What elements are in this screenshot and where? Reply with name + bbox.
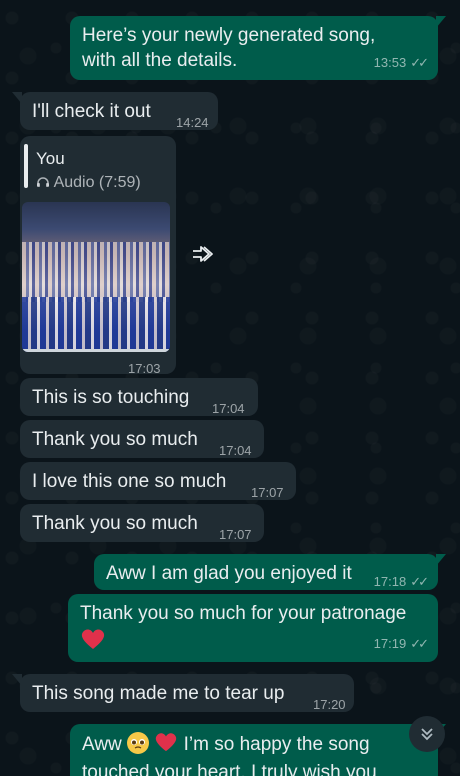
quote-accent-bar xyxy=(24,144,28,188)
message-bubble-outgoing[interactable]: Aww I am glad you enjoyed it 17:18 ✓✓ xyxy=(94,554,446,590)
message-time-row: 17:19 ✓✓ xyxy=(373,631,429,656)
message-time: 14:24 xyxy=(176,115,209,130)
scroll-to-bottom-button[interactable] xyxy=(409,716,445,752)
message-bubble-outgoing[interactable]: Here’s your newly generated song, with a… xyxy=(70,16,446,80)
read-receipt-icon: ✓✓ xyxy=(410,574,429,589)
message-text: I’m so happy the song xyxy=(183,734,370,755)
message-time: 17:20 xyxy=(313,697,346,712)
message-bubble-outgoing[interactable]: Aww I’m so happy the song touched your h… xyxy=(70,724,446,776)
read-receipt-icon: ✓✓ xyxy=(410,55,429,70)
message-time: 13:53 xyxy=(373,55,407,70)
message-text: I love this one so much xyxy=(32,471,227,492)
message-time: 17:07 xyxy=(219,527,252,542)
message-bubble-incoming[interactable]: Thank you so much 17:04 xyxy=(20,420,264,458)
stadium-crowd-photo[interactable] xyxy=(22,202,170,352)
message-time: 17:07 xyxy=(251,485,284,500)
message-bubble-incoming[interactable]: I'll check it out 14:24 xyxy=(12,92,218,130)
message-text: I'll check it out xyxy=(32,101,151,122)
message-bubble-incoming[interactable]: This song made me to tear up 17:20 xyxy=(12,674,354,712)
forward-icon[interactable] xyxy=(190,243,220,265)
pleading-face-emoji-icon xyxy=(127,732,150,754)
chevron-down-icon xyxy=(421,728,433,741)
message-text-line: Aww I’m so happy the song xyxy=(82,731,426,760)
quoted-audio-label[interactable]: Audio (7:59) xyxy=(36,170,141,195)
message-time-row: 17:18 ✓✓ xyxy=(373,569,429,594)
message-time: 17:18 xyxy=(373,574,407,589)
message-text: Thank you so much xyxy=(32,429,198,450)
message-text: This is so touching xyxy=(32,387,190,408)
message-time: 17:04 xyxy=(212,401,245,416)
message-time-row: 13:53 ✓✓ xyxy=(373,50,429,75)
headphones-icon xyxy=(36,171,50,187)
message-bubble-incoming[interactable]: Thank you so much 17:07 xyxy=(20,504,264,542)
photo-crowd-layer xyxy=(22,242,170,302)
message-bubble-incoming[interactable]: This is so touching 17:04 xyxy=(20,378,258,416)
message-text: touched your heart. I truly wish you xyxy=(82,762,377,776)
photo-crowd-layer xyxy=(22,297,170,352)
heart-emoji-icon xyxy=(154,731,178,760)
message-text: Thank you so much xyxy=(32,513,198,534)
message-bubble-outgoing[interactable]: Thank you so much for your patronage 17:… xyxy=(68,594,438,662)
message-text: Aww I am glad you enjoyed it xyxy=(106,563,352,584)
quoted-sender[interactable]: You xyxy=(36,146,65,171)
audio-duration-label: Audio (7:59) xyxy=(53,174,141,191)
message-time: 17:04 xyxy=(219,443,252,458)
message-bubble-incoming[interactable]: I love this one so much 17:07 xyxy=(20,462,296,500)
message-text: This song made me to tear up xyxy=(32,683,285,704)
message-text: Thank you so much for your patronage xyxy=(80,603,407,624)
photo-progress-bar xyxy=(22,349,170,352)
message-text: Here’s your newly generated song, with a… xyxy=(82,25,376,71)
message-time: 17:19 xyxy=(373,636,407,651)
read-receipt-icon: ✓✓ xyxy=(410,636,429,651)
message-text: Aww xyxy=(82,734,122,755)
message-bubble-incoming-media[interactable]: You Audio (7:59) 17:03 xyxy=(20,136,176,376)
